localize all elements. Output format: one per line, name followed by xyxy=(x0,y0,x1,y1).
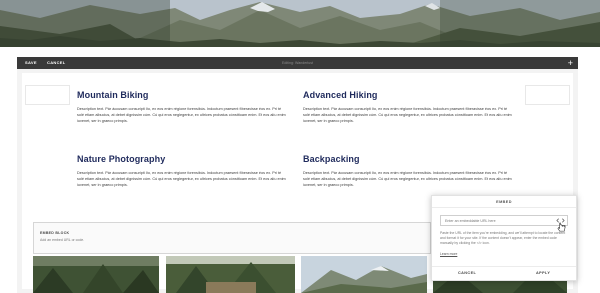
card-description: Description text. Pár áccusam consuripit… xyxy=(303,171,512,187)
card-title: Mountain Biking xyxy=(77,90,149,100)
embed-url-input[interactable] xyxy=(440,215,568,226)
hero-divider xyxy=(0,47,600,57)
editor-toolbar: SAVE CANCEL Editing: Wanderlust + xyxy=(17,57,578,69)
plus-icon[interactable]: + xyxy=(568,57,573,69)
gallery-image-2[interactable] xyxy=(166,256,295,293)
popup-footer: CANCEL APPLY xyxy=(432,266,576,280)
card-title: Backpacking xyxy=(303,154,360,164)
card-nature-photography[interactable]: Nature Photography Description text. Pár… xyxy=(77,154,287,188)
embed-block[interactable]: EMBED BLOCK Add an embed URL or code. xyxy=(33,222,431,254)
card-description: Description text. Pár áccusam consuripit… xyxy=(303,107,512,123)
card-description: Description text. Pár áccusam consuripit… xyxy=(77,107,286,123)
embed-block-description: Add an embed URL or code. xyxy=(40,238,85,242)
mountain-scenery xyxy=(0,0,600,47)
card-title: Advanced Hiking xyxy=(303,90,378,100)
card-mountain-biking[interactable]: Mountain Biking Description text. Pár ác… xyxy=(77,90,287,124)
popup-help-text: Paste the URL of the item you're embeddi… xyxy=(440,231,566,245)
popup-apply-button[interactable]: APPLY xyxy=(536,271,550,275)
embed-popup: EMBED Paste the URL of the item you're e… xyxy=(431,195,577,281)
card-title: Nature Photography xyxy=(77,154,166,164)
gallery-image-1[interactable] xyxy=(33,256,159,293)
popup-cancel-button[interactable]: CANCEL xyxy=(458,271,476,275)
learn-more-link[interactable]: Learn more xyxy=(440,252,457,256)
card-advanced-hiking[interactable]: Advanced Hiking Description text. Pár ác… xyxy=(303,90,513,124)
placeholder-block-left[interactable] xyxy=(25,85,70,105)
hand-cursor-icon xyxy=(557,222,566,232)
toolbar-page-title: Editing: Wanderlust xyxy=(281,60,314,65)
gallery-image-3[interactable] xyxy=(301,256,427,293)
placeholder-block-right[interactable] xyxy=(525,85,570,105)
hero-banner-image xyxy=(0,0,600,47)
embed-block-title: EMBED BLOCK xyxy=(40,231,70,235)
card-backpacking[interactable]: Backpacking Description text. Pár áccusa… xyxy=(303,154,513,188)
popup-title: EMBED xyxy=(432,196,576,208)
card-description: Description text. Pár áccusam consuripit… xyxy=(77,171,286,187)
